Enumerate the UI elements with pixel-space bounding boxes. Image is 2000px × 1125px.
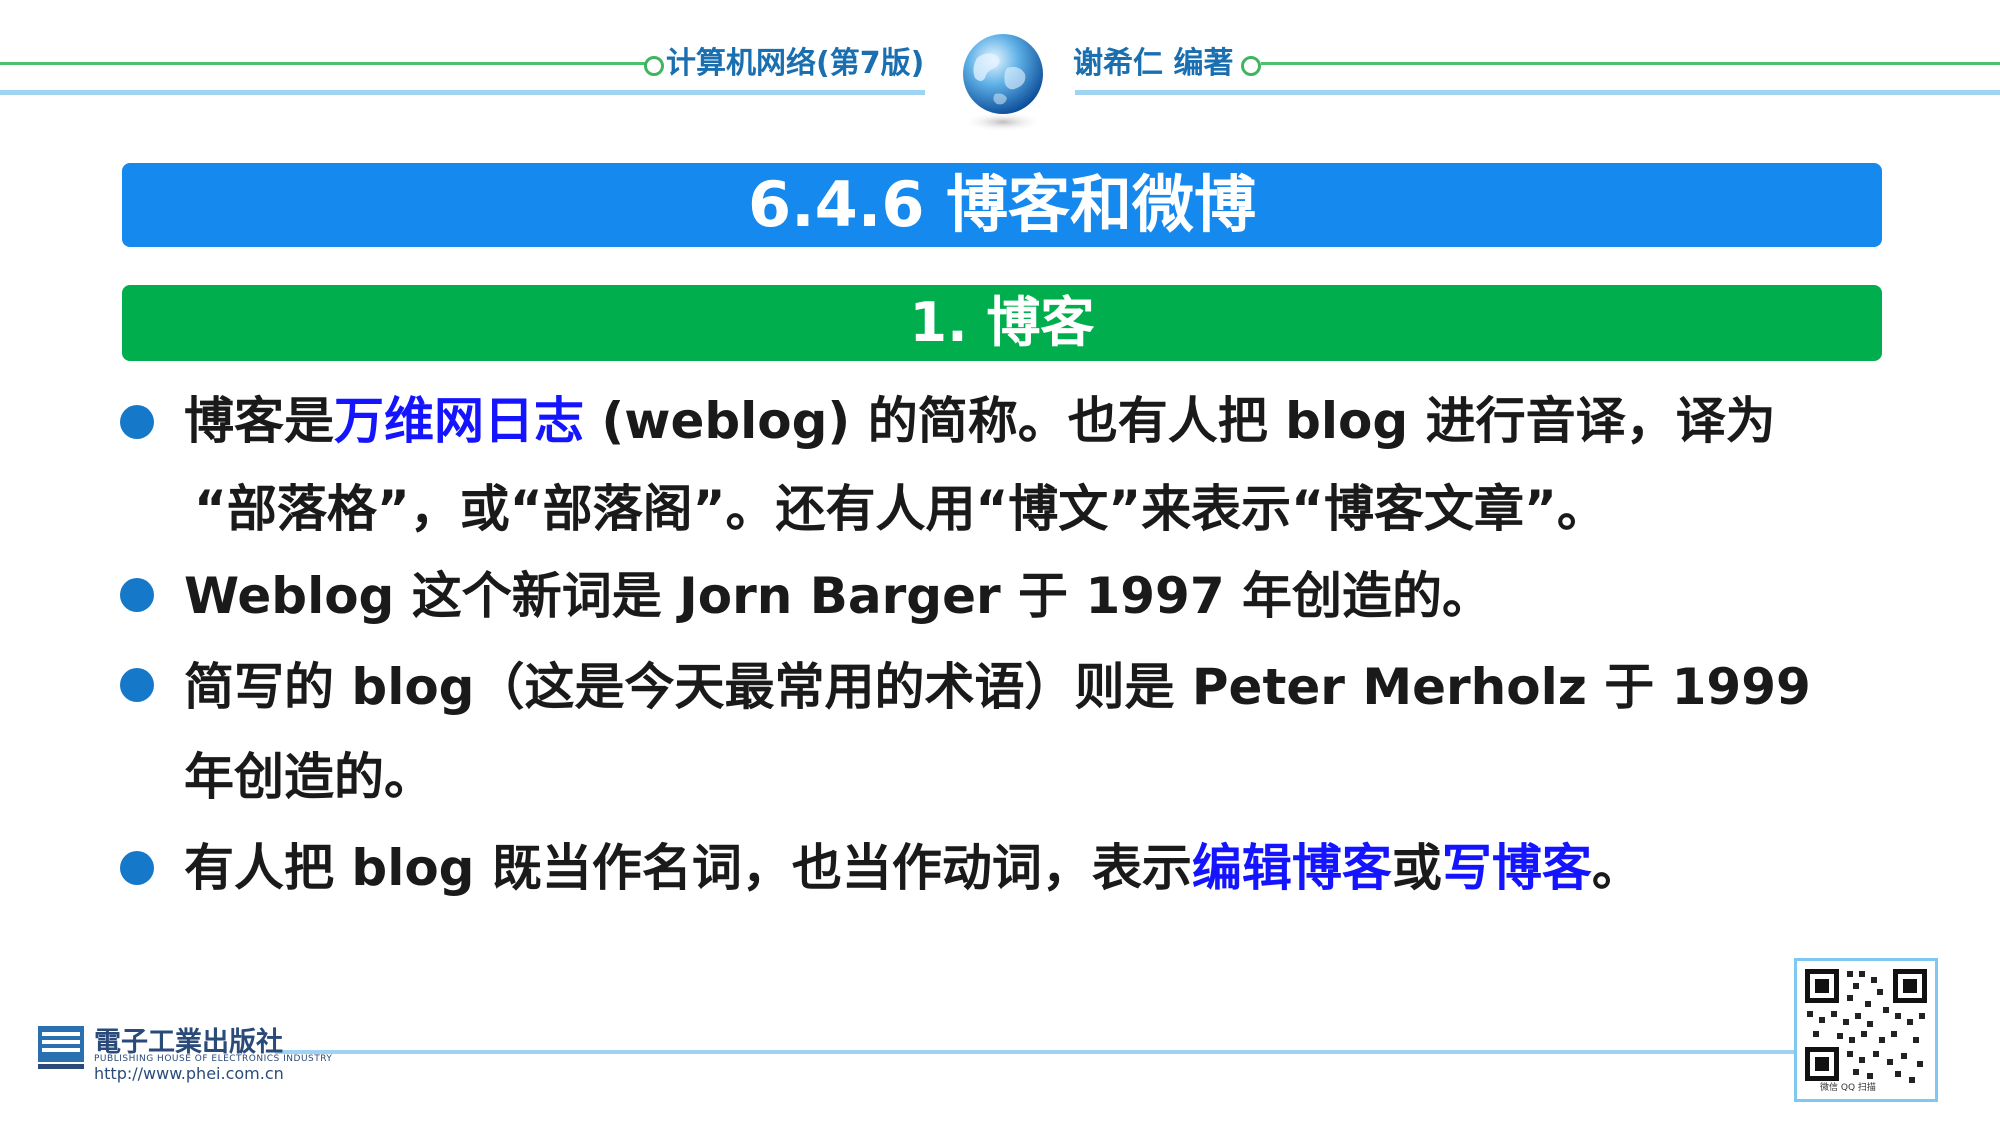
bullet-1-line-2: “部落格”，或“部落阁”。还有人用“博文”来表示“博客文章”。 [194, 480, 1607, 538]
header-rule-left-under [0, 90, 925, 95]
header-rule-left [0, 62, 650, 65]
book-title: 计算机网络(第7版) [666, 46, 925, 81]
bullet-dot [120, 668, 154, 702]
header-ring-right [1241, 56, 1261, 76]
bullet-dot [120, 405, 154, 439]
highlight-weblog: 万维网日志 [334, 392, 584, 450]
highlight-write-blog: 写博客 [1441, 839, 1592, 897]
bullet-2-line-1: Weblog 这个新词是 Jorn Barger 于 1997 年创造的。 [184, 567, 1493, 625]
section-title: 6.4.6 博客和微博 [122, 163, 1882, 247]
header-rule-right-under [1075, 90, 2000, 95]
publisher-subtitle: PUBLISHING HOUSE OF ELECTRONICS INDUSTRY [94, 1054, 333, 1064]
bullet-3-line-1: 简写的 blog（这是今天最常用的术语）则是 Peter Merholz 于 1… [184, 658, 1811, 716]
publisher-logo-icon [36, 1022, 86, 1072]
footer-rule [275, 1050, 1800, 1054]
publisher-url[interactable]: http://www.phei.com.cn [94, 1064, 284, 1083]
bullet-dot [120, 851, 154, 885]
author: 谢希仁 编著 [1073, 46, 1234, 81]
bullet-3-line-2: 年创造的。 [184, 748, 434, 806]
bullet-1-line-1: 博客是万维网日志 (weblog) 的简称。也有人把 blog 进行音译，译为 [184, 392, 1776, 450]
bullet-4-line-1: 有人把 blog 既当作名词，也当作动词，表示编辑博客或写博客。 [184, 839, 1642, 897]
header-rule-right [1261, 62, 2000, 65]
highlight-edit-blog: 编辑博客 [1191, 839, 1392, 897]
header-ring-left [644, 56, 664, 76]
globe-icon [955, 28, 1051, 134]
subsection-title: 1. 博客 [122, 285, 1882, 361]
qr-caption: 微信 QQ 扫描 [1820, 1083, 1876, 1093]
bullet-dot [120, 578, 154, 612]
